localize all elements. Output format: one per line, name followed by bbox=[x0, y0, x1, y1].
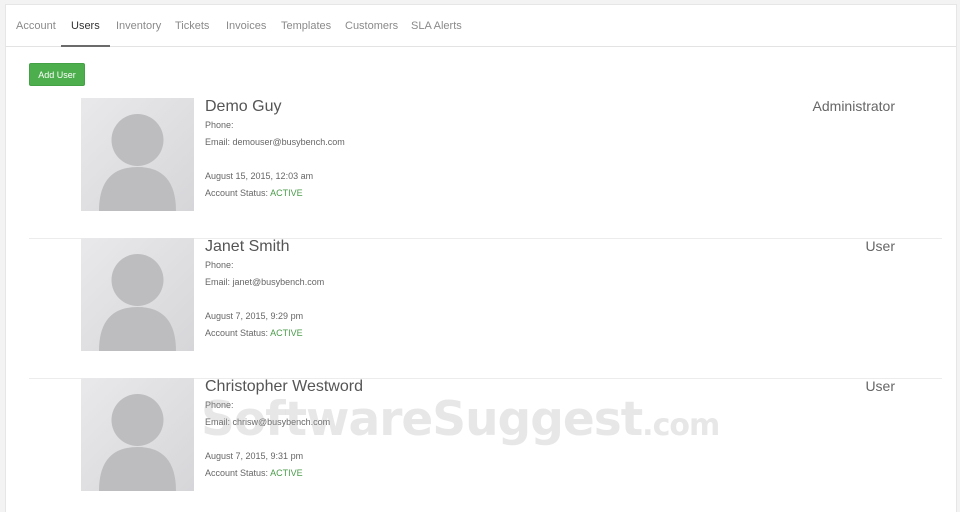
tab-users[interactable]: Users bbox=[61, 5, 110, 47]
tab-tickets[interactable]: Tickets bbox=[175, 5, 209, 46]
tab-inventory[interactable]: Inventory bbox=[116, 5, 161, 46]
status-badge: ACTIVE bbox=[270, 188, 303, 198]
user-account-status: Account Status: ACTIVE bbox=[205, 468, 303, 478]
user-account-status: Account Status: ACTIVE bbox=[205, 328, 303, 338]
user-account-status: Account Status: ACTIVE bbox=[205, 188, 303, 198]
user-phone: Phone: bbox=[205, 120, 234, 130]
tab-templates[interactable]: Templates bbox=[281, 5, 331, 46]
status-label: Account Status: bbox=[205, 468, 269, 478]
avatar[interactable] bbox=[81, 378, 194, 491]
status-badge: ACTIVE bbox=[270, 468, 303, 478]
user-row: Christopher Westword Phone: Email: chris… bbox=[29, 378, 942, 512]
user-placeholder-icon bbox=[99, 114, 176, 211]
status-label: Account Status: bbox=[205, 328, 269, 338]
user-name[interactable]: Janet Smith bbox=[205, 238, 289, 256]
user-row: Janet Smith Phone: Email: janet@busybenc… bbox=[29, 238, 942, 379]
tab-sla-alerts[interactable]: SLA Alerts bbox=[411, 5, 462, 46]
user-phone: Phone: bbox=[205, 260, 234, 270]
tab-bar: Account Users Inventory Tickets Invoices… bbox=[6, 5, 956, 47]
tab-account[interactable]: Account bbox=[16, 5, 56, 46]
user-name[interactable]: Demo Guy bbox=[205, 98, 281, 116]
user-role: User bbox=[865, 378, 895, 394]
avatar[interactable] bbox=[81, 98, 194, 211]
tab-customers[interactable]: Customers bbox=[345, 5, 398, 46]
user-placeholder-icon bbox=[99, 394, 176, 491]
user-created-date: August 15, 2015, 12:03 am bbox=[205, 171, 314, 181]
user-email: Email: janet@busybench.com bbox=[205, 277, 325, 287]
tab-invoices[interactable]: Invoices bbox=[226, 5, 266, 46]
status-label: Account Status: bbox=[205, 188, 269, 198]
user-phone: Phone: bbox=[205, 400, 234, 410]
user-role: Administrator bbox=[812, 98, 895, 114]
user-email: Email: chrisw@busybench.com bbox=[205, 417, 331, 427]
users-panel: Account Users Inventory Tickets Invoices… bbox=[5, 4, 957, 512]
user-placeholder-icon bbox=[99, 254, 176, 351]
user-created-date: August 7, 2015, 9:29 pm bbox=[205, 311, 304, 321]
user-name[interactable]: Christopher Westword bbox=[205, 378, 363, 396]
user-email: Email: demouser@busybench.com bbox=[205, 137, 345, 147]
user-row: Demo Guy Phone: Email: demouser@busybenc… bbox=[29, 98, 942, 239]
add-user-button[interactable]: Add User bbox=[29, 63, 85, 86]
user-created-date: August 7, 2015, 9:31 pm bbox=[205, 451, 304, 461]
avatar[interactable] bbox=[81, 238, 194, 351]
user-role: User bbox=[865, 238, 895, 254]
status-badge: ACTIVE bbox=[270, 328, 303, 338]
